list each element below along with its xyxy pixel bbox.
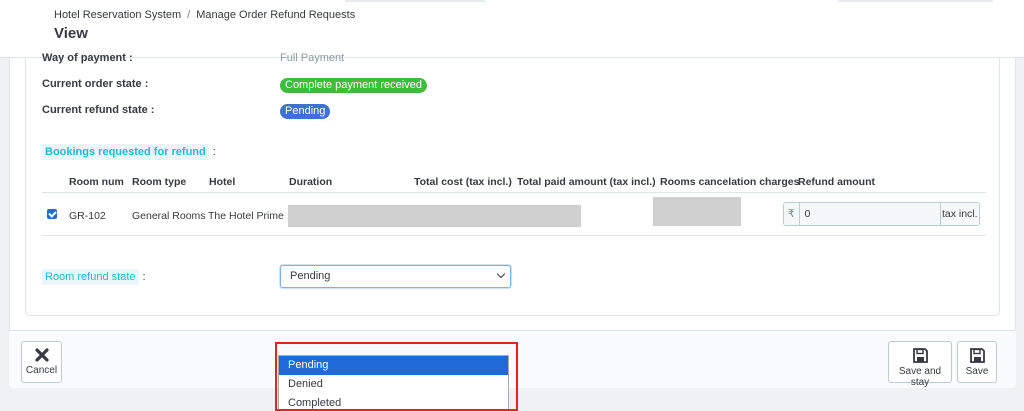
table-row-divider [42,235,986,236]
redacted-cancelation-charges [653,197,741,226]
col-header-total-paid: Total paid amount (tax incl.) [517,176,656,188]
breadcrumb: Hotel Reservation System / Manage Order Re… [54,9,355,21]
col-header-hotel: Hotel [209,176,236,188]
cell-hotel: The Hotel Prime [208,210,284,222]
col-header-room-num: Room num [69,176,124,188]
page-title: View [54,25,88,42]
bookings-section-title: Bookings requested for refund: [42,144,216,160]
cancel-label: Cancel [25,365,58,376]
refund-details-box: Way of payment : Full Payment Current or… [25,52,1000,316]
refund-amount-input-group: ₹ tax incl. [783,202,980,226]
header-edge-fragment [345,0,485,2]
select-value: Pending [290,270,331,282]
room-refund-state-label: Room refund state: [42,269,146,285]
save-and-stay-button[interactable]: Save and stay [888,341,952,388]
refund-amount-input[interactable] [799,203,940,225]
redacted-duration-and-costs [288,205,581,227]
col-header-duration: Duration [289,176,333,188]
breadcrumb-root[interactable]: Hotel Reservation System [54,9,181,21]
floppy-disk-icon [969,348,985,363]
way-of-payment-label: Way of payment : [42,52,133,64]
tax-incl-suffix: tax incl. [939,203,979,225]
col-header-room-type: Room type [132,176,187,188]
save-and-stay-label: Save and stay [898,366,942,388]
save-button[interactable]: Save [957,341,997,383]
current-refund-state-label: Current refund state : [42,104,155,116]
breadcrumb-current[interactable]: Manage Order Refund Requests [196,9,355,21]
floppy-disk-icon [912,348,928,363]
refund-state-badge: Pending [280,104,331,119]
chevron-down-icon [496,269,506,279]
room-refund-state-colon: : [142,271,146,283]
table-header-divider [42,192,986,193]
save-label: Save [965,366,989,377]
annotation-highlight-box [275,342,518,411]
col-header-cancelation-charges: Rooms cancelation charges [660,176,800,188]
bookings-section-colon: : [212,146,216,158]
col-header-total-cost: Total cost (tax incl.) [414,176,512,188]
cancel-button[interactable]: Cancel [21,341,62,383]
close-icon [34,348,49,362]
breadcrumb-separator: / [187,9,191,21]
col-header-refund-amount: Refund amount [798,176,875,188]
page-header: Hotel Reservation System / Manage Order Re… [0,0,1024,58]
cell-room-num: GR-102 [69,210,106,222]
cell-room-type: General Rooms [132,210,206,222]
room-refund-state-select[interactable]: Pending [280,265,511,288]
currency-symbol: ₹ [784,203,800,225]
room-refund-state-label-text: Room refund state [42,269,139,285]
checkbox-checked-icon[interactable] [47,209,57,219]
way-of-payment-value: Full Payment [280,52,345,64]
bookings-section-label: Bookings requested for refund [42,144,209,160]
header-edge-fragment [838,0,993,2]
order-state-badge: Complete payment received [280,78,427,93]
current-order-state-label: Current order state : [42,78,149,90]
